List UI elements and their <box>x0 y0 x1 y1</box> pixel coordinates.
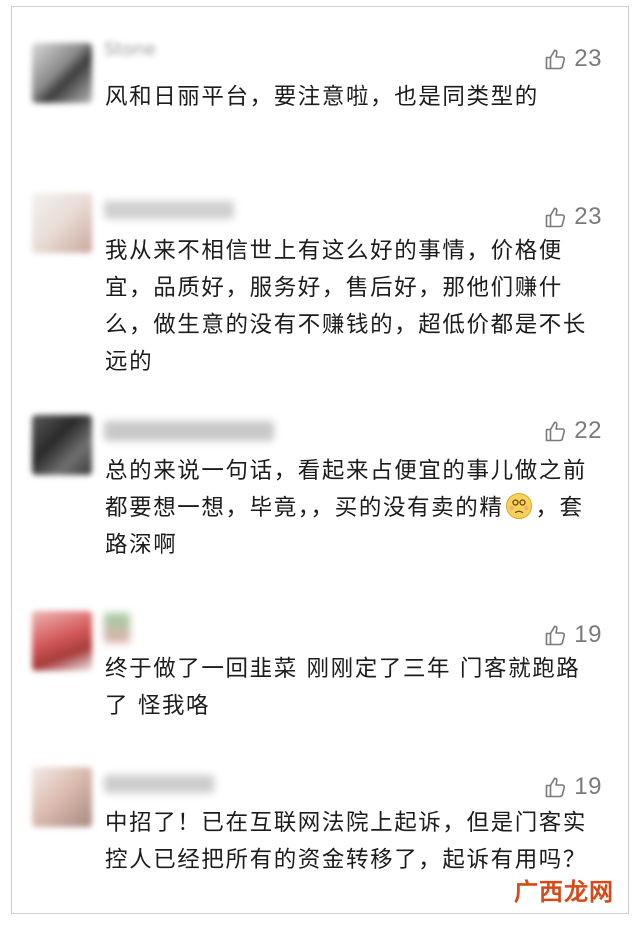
thumbs-up-icon <box>545 49 566 70</box>
comment-item: 23 我从来不相信世上有这么好的事情，价格便宜，品质好，服务好，售后好，那他们赚… <box>12 175 628 390</box>
comment-text: 我从来不相信世上有这么好的事情，价格便宜，品质好，服务好，售后好，那他们赚什么，… <box>105 238 588 375</box>
nickname-blurred[interactable] <box>104 613 130 643</box>
nickname-blurred[interactable] <box>104 775 214 793</box>
comment-text: 风和日丽平台，要注意啦，也是同类型的 <box>105 84 539 110</box>
thumbs-up-icon <box>545 777 566 798</box>
avatar[interactable] <box>32 43 92 103</box>
like-button[interactable]: 19 <box>544 773 602 801</box>
watermark: 广西龙网 <box>514 878 614 906</box>
nickname-blurred[interactable] <box>104 201 234 219</box>
like-count: 23 <box>574 45 602 72</box>
comment-item: 22 总的来说一句话，看起来占便宜的事儿做之前都要想一想，毕竟，，买的没有卖的精… <box>12 393 628 583</box>
like-count: 19 <box>574 773 602 800</box>
nickname[interactable]: Stone <box>104 39 156 60</box>
avatar[interactable] <box>32 193 92 253</box>
like-count: 23 <box>574 203 602 230</box>
avatar[interactable] <box>32 611 92 671</box>
avatar[interactable] <box>32 415 92 475</box>
comment-list: Stone 23 风和日丽平台，要注意啦，也是同类型的 23 我从来不相信世上有… <box>11 6 629 914</box>
like-button[interactable]: 23 <box>544 203 602 231</box>
comment-text: 中招了！已在互联网法院上起诉，但是门客实控人已经把所有的资金转移了，起诉有用吗？ <box>105 810 588 873</box>
comment-item: 19 终于做了一回韭菜 刚刚定了三年 门客就跑路了 怪我咯 <box>12 587 628 737</box>
like-count: 19 <box>574 621 602 648</box>
like-button[interactable]: 19 <box>544 621 602 649</box>
dizzy-face-emoji <box>506 493 533 519</box>
comment-text: 终于做了一回韭菜 刚刚定了三年 门客就跑路了 怪我咯 <box>105 656 581 719</box>
like-count: 22 <box>574 417 602 444</box>
comment-text: 总的来说一句话，看起来占便宜的事儿做之前都要想一想，毕竟，，买的没有卖的精 ，套… <box>105 453 588 564</box>
like-button[interactable]: 22 <box>544 417 602 445</box>
nickname-blurred[interactable] <box>104 421 274 441</box>
thumbs-up-icon <box>545 207 566 228</box>
comment-item: Stone 23 风和日丽平台，要注意啦，也是同类型的 <box>12 21 628 171</box>
like-button[interactable]: 23 <box>544 45 602 73</box>
thumbs-up-icon <box>545 421 566 442</box>
thumbs-up-icon <box>545 625 566 646</box>
avatar[interactable] <box>32 767 92 827</box>
